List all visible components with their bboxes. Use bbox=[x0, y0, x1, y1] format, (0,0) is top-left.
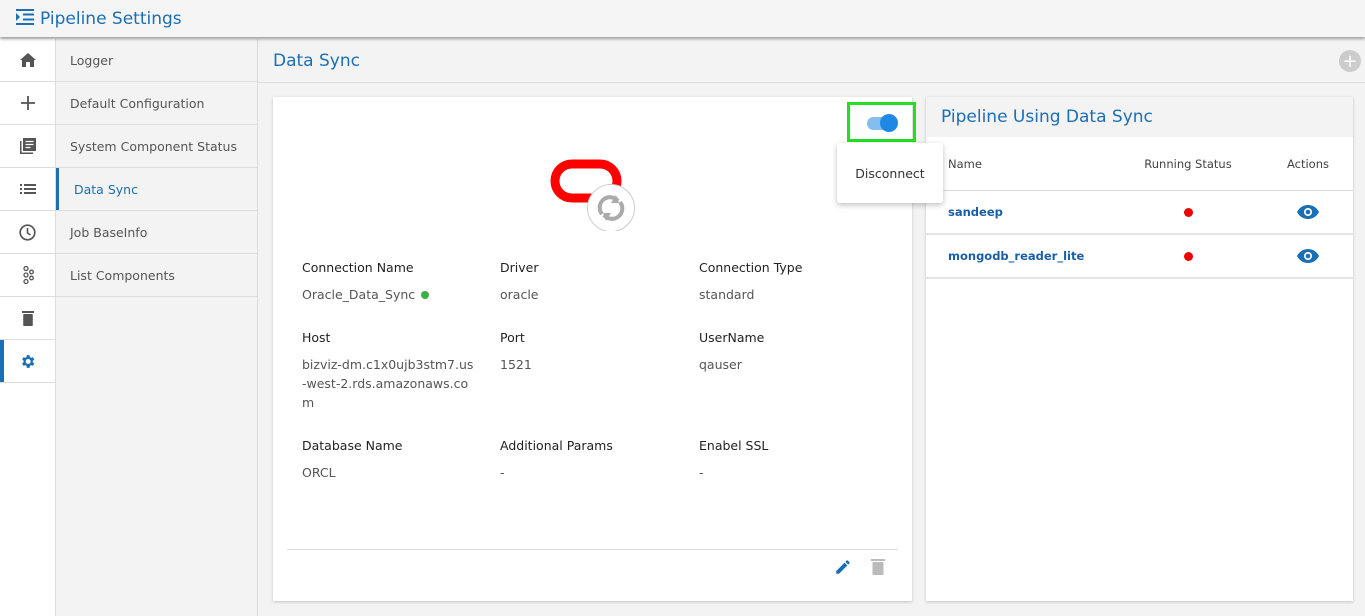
field-label: Host bbox=[302, 330, 331, 345]
pipelines-table: Name Running Status Actions sandeep mong… bbox=[926, 137, 1353, 279]
connection-details: Connection Name Oracle_Data_Sync Driver or… bbox=[302, 260, 902, 482]
settings-submenu: Logger Default Configuration System Comp… bbox=[56, 39, 258, 616]
field-label: UserName bbox=[699, 330, 765, 345]
field-value: - bbox=[699, 465, 704, 480]
table-row: sandeep bbox=[926, 191, 1353, 235]
nav-home[interactable] bbox=[0, 39, 55, 82]
actions-cell bbox=[1263, 249, 1353, 263]
eye-icon[interactable] bbox=[1297, 205, 1319, 219]
add-button[interactable]: + bbox=[1339, 50, 1361, 72]
page-title: Data Sync bbox=[273, 50, 360, 71]
nav-kafka[interactable] bbox=[0, 254, 55, 297]
field-connection-type: Connection Type standard bbox=[699, 260, 899, 304]
panel-title: Pipeline Using Data Sync bbox=[926, 97, 1353, 137]
nav-settings[interactable] bbox=[0, 340, 55, 383]
list-icon bbox=[19, 184, 36, 194]
submenu-default-configuration[interactable]: Default Configuration bbox=[56, 82, 257, 125]
delete-icon[interactable] bbox=[871, 558, 885, 575]
nav-list[interactable] bbox=[0, 168, 55, 211]
connection-card: Disconnect Connection Name Oracle_Data_Sy… bbox=[273, 97, 943, 601]
gear-icon bbox=[22, 354, 35, 368]
main-content: Data Sync + Disconnect Connection Name Or… bbox=[258, 39, 1365, 616]
plus-icon bbox=[20, 96, 35, 110]
connection-name-value: Oracle_Data_Sync bbox=[302, 287, 416, 302]
field-value: standard bbox=[699, 287, 755, 302]
edit-icon[interactable] bbox=[834, 558, 852, 576]
home-icon bbox=[19, 53, 36, 67]
connected-status-dot bbox=[421, 291, 430, 299]
field-label: Enabel SSL bbox=[699, 438, 769, 453]
field-value: ORCL bbox=[302, 465, 336, 480]
field-enable-ssl: Enabel SSL - bbox=[699, 438, 899, 482]
field-additional-params: Additional Params - bbox=[500, 438, 699, 482]
table-header: Name Running Status Actions bbox=[926, 137, 1353, 191]
field-driver: Driver oracle bbox=[500, 260, 699, 304]
nav-library[interactable] bbox=[0, 125, 55, 168]
clock-icon bbox=[19, 223, 36, 241]
pipelines-panel: Pipeline Using Data Sync Name Running St… bbox=[926, 97, 1353, 601]
field-username: UserName qauser bbox=[699, 330, 899, 412]
column-header-name: Name bbox=[948, 156, 982, 171]
status-cell bbox=[1113, 207, 1263, 217]
column-header-actions: Actions bbox=[1286, 156, 1329, 171]
field-host: Host bizviz-dm.c1x0ujb3stm7.us-west-2.rds… bbox=[302, 330, 500, 412]
page-header: Data Sync + bbox=[258, 39, 1365, 83]
running-status-dot bbox=[1183, 251, 1193, 261]
field-database-name: Database Name ORCL bbox=[302, 438, 500, 482]
nav-history[interactable] bbox=[0, 211, 55, 254]
submenu-list-components[interactable]: List Components bbox=[56, 254, 257, 297]
pipeline-name-link[interactable]: mongodb_reader_lite bbox=[928, 249, 1113, 263]
field-value: Oracle_Data_Sync bbox=[302, 285, 500, 304]
status-cell bbox=[1113, 251, 1263, 261]
submenu-job-baseinfo[interactable]: Job BaseInfo bbox=[56, 211, 257, 254]
field-label: Connection Name bbox=[302, 260, 414, 275]
app-title: Pipeline Settings bbox=[40, 8, 182, 29]
field-value: 1521 bbox=[500, 357, 532, 372]
library-icon bbox=[19, 138, 36, 154]
eye-icon[interactable] bbox=[1297, 249, 1319, 263]
disconnect-menu-item[interactable]: Disconnect bbox=[837, 143, 943, 203]
card-footer-divider bbox=[287, 549, 898, 550]
trash-icon bbox=[21, 311, 34, 326]
field-value: oracle bbox=[500, 287, 539, 302]
table-row: mongodb_reader_lite bbox=[926, 235, 1353, 279]
icon-sidebar bbox=[0, 39, 56, 616]
connection-toggle[interactable] bbox=[847, 102, 916, 142]
pipeline-name-link[interactable]: sandeep bbox=[928, 205, 1113, 219]
field-port: Port 1521 bbox=[500, 330, 699, 412]
nav-trash[interactable] bbox=[0, 297, 55, 340]
field-label: Additional Params bbox=[500, 438, 613, 453]
menu-indent-icon[interactable] bbox=[16, 8, 34, 29]
field-label: Port bbox=[500, 330, 525, 345]
nav-add[interactable] bbox=[0, 82, 55, 125]
field-label: Connection Type bbox=[699, 260, 803, 275]
running-status-dot bbox=[1183, 207, 1193, 217]
field-value: qauser bbox=[699, 357, 742, 372]
field-label: Driver bbox=[500, 260, 539, 275]
kafka-icon bbox=[22, 266, 34, 284]
column-header-running-status: Running Status bbox=[1144, 156, 1232, 171]
submenu-data-sync[interactable]: Data Sync bbox=[56, 168, 257, 211]
actions-cell bbox=[1263, 205, 1353, 219]
top-bar: Pipeline Settings bbox=[0, 0, 1365, 37]
toggle-knob bbox=[880, 114, 898, 132]
field-label: Database Name bbox=[302, 438, 403, 453]
oracle-sync-logo-icon bbox=[550, 159, 635, 231]
field-value: - bbox=[500, 465, 505, 480]
submenu-logger[interactable]: Logger bbox=[56, 39, 257, 82]
submenu-system-component-status[interactable]: System Component Status bbox=[56, 125, 257, 168]
field-value: bizviz-dm.c1x0ujb3stm7.us-west-2.rds.ama… bbox=[302, 357, 474, 410]
field-connection-name: Connection Name Oracle_Data_Sync bbox=[302, 260, 500, 304]
